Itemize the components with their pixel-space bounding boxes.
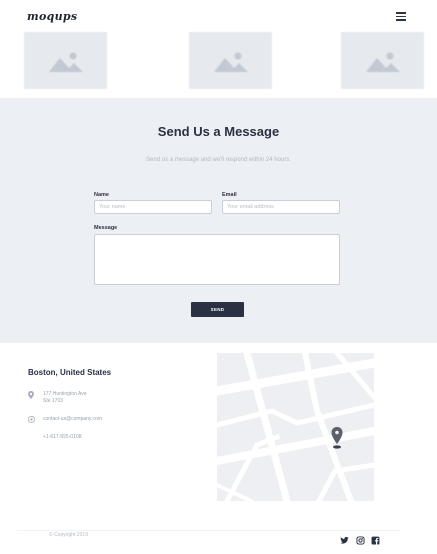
- gallery-image-placeholder: [341, 32, 424, 89]
- gallery-image-placeholder: [189, 32, 272, 89]
- name-input[interactable]: [94, 200, 212, 214]
- map-streets-graphic: [217, 353, 374, 501]
- image-placeholder-icon: [365, 52, 400, 72]
- image-placeholder-icon: [48, 52, 83, 72]
- contact-phone[interactable]: +1-617-555-0108: [43, 434, 82, 441]
- contact-subtitle: Send us a message and we'll respond with…: [146, 157, 291, 163]
- instagram-icon[interactable]: [356, 536, 365, 545]
- send-button[interactable]: SEND: [191, 302, 244, 317]
- copyright-text: © Copyright 2019: [49, 532, 88, 538]
- image-gallery-strip: [0, 32, 437, 90]
- facebook-icon[interactable]: [371, 536, 380, 545]
- contact-email[interactable]: contact-us@company.com: [43, 416, 102, 423]
- footer-divider: [17, 530, 400, 531]
- location-map[interactable]: [217, 353, 374, 501]
- message-label: Message: [94, 225, 118, 231]
- image-placeholder-icon: [213, 52, 248, 72]
- contact-title: Send Us a Message: [157, 124, 280, 139]
- email-icon: [28, 416, 35, 423]
- name-label: Name: [94, 192, 109, 198]
- site-header: moqups: [0, 0, 437, 32]
- contact-form-section: Send Us a Message Send us a message and …: [0, 98, 437, 343]
- email-input[interactable]: [222, 200, 340, 214]
- map-pin-icon: [28, 391, 34, 399]
- twitter-icon[interactable]: [340, 536, 349, 545]
- email-label: Email: [222, 192, 237, 198]
- hamburger-menu-icon[interactable]: [396, 12, 406, 21]
- site-logo[interactable]: moqups: [27, 10, 77, 23]
- address-line-2: Ste 1703: [43, 398, 64, 404]
- message-textarea[interactable]: [94, 234, 340, 285]
- location-title: Boston, United States: [28, 368, 112, 377]
- address-line-1: 177 Huntington Ave: [43, 391, 87, 397]
- gallery-image-placeholder: [24, 32, 107, 89]
